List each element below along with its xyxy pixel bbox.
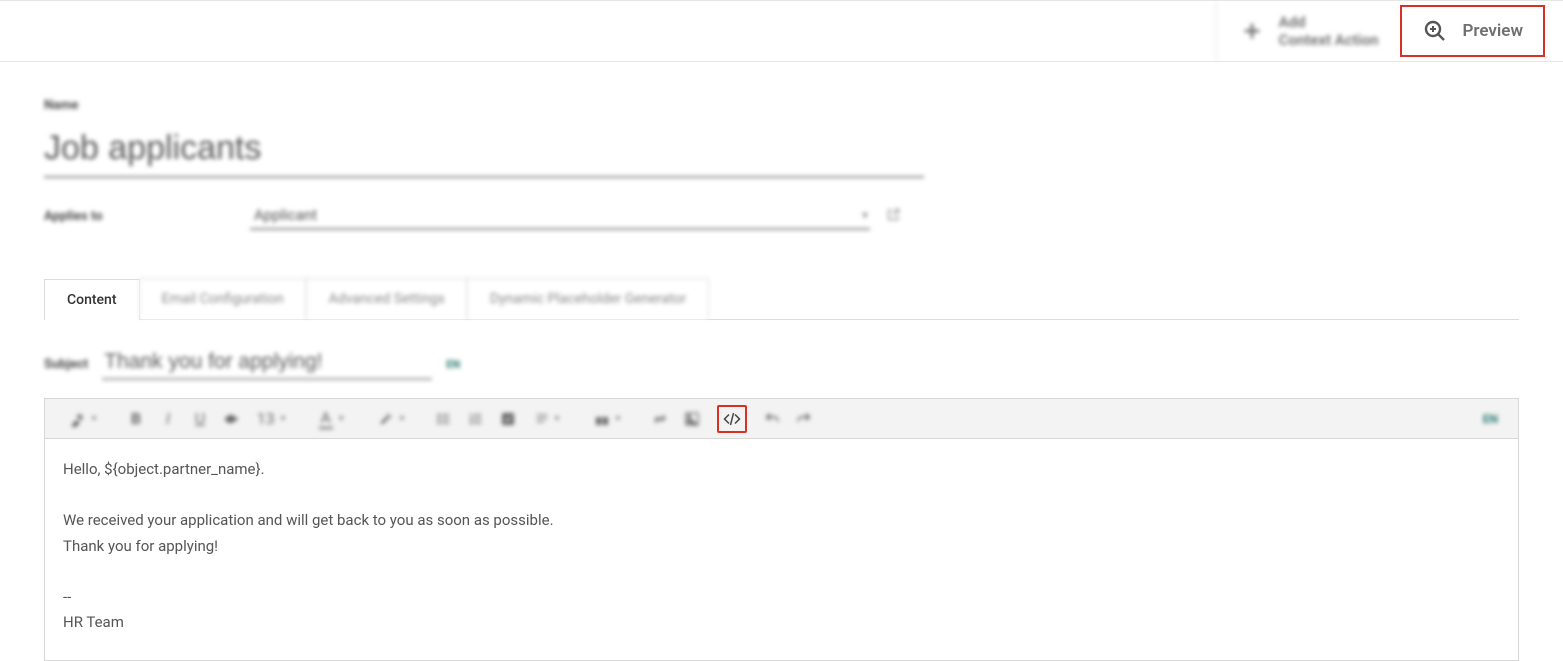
eraser-button[interactable]	[217, 405, 247, 433]
font-color-button[interactable]: A▾	[309, 405, 353, 433]
tab-advanced[interactable]: Advanced Settings	[306, 278, 468, 319]
body-line: We received your application and will ge…	[63, 508, 1500, 534]
applies-to-select[interactable]: Applicant ▾	[250, 202, 870, 230]
image-button[interactable]	[677, 405, 707, 433]
editor-toolbar: ▾ B I U 13▾ A▾	[45, 399, 1518, 439]
bold-button[interactable]: B	[121, 405, 151, 433]
undo-button[interactable]	[757, 405, 787, 433]
clear-format-button[interactable]: ▾	[61, 405, 105, 433]
plus-icon	[1239, 18, 1265, 44]
redo-button[interactable]	[789, 405, 819, 433]
chevron-down-icon: ▾	[862, 208, 868, 222]
applies-to-label: Applies to	[44, 209, 234, 230]
paragraph-button[interactable]: ▾	[525, 405, 569, 433]
add-context-action-button[interactable]: Add Context Action	[1216, 1, 1401, 61]
font-size-select[interactable]: 13▾	[249, 405, 293, 433]
editor-body[interactable]: Hello, ${object.partner_name}. We receiv…	[45, 439, 1518, 660]
add-label-1: Add	[1279, 13, 1379, 31]
underline-button[interactable]: U	[185, 405, 215, 433]
subject-lang-badge[interactable]: EN	[446, 358, 460, 371]
applies-to-value: Applicant	[254, 206, 317, 224]
highlight-button[interactable]: ▾	[369, 405, 413, 433]
preview-button[interactable]: Preview	[1400, 5, 1545, 57]
external-link-icon[interactable]	[886, 207, 901, 230]
subject-label: Subject	[44, 357, 88, 372]
body-line: HR Team	[63, 610, 1500, 636]
link-button[interactable]	[645, 405, 675, 433]
ordered-list-button[interactable]	[461, 405, 491, 433]
name-input[interactable]	[44, 123, 924, 178]
tab-placeholder-gen[interactable]: Dynamic Placeholder Generator	[467, 278, 709, 319]
add-label-2: Context Action	[1279, 31, 1379, 49]
table-button[interactable]: ▾	[585, 405, 629, 433]
subject-input[interactable]	[102, 348, 432, 380]
name-label: Name	[44, 98, 924, 113]
body-line: Hello, ${object.partner_name}.	[63, 457, 1500, 483]
tab-email-config[interactable]: Email Configuration	[139, 278, 307, 319]
tab-content[interactable]: Content	[44, 279, 140, 320]
code-view-button[interactable]	[717, 405, 747, 433]
checklist-button[interactable]	[493, 405, 523, 433]
body-line: --	[63, 585, 1500, 611]
body-line: Thank you for applying!	[63, 534, 1500, 560]
editor-lang-badge[interactable]: EN	[1483, 412, 1508, 426]
preview-label: Preview	[1462, 21, 1523, 41]
unordered-list-button[interactable]	[429, 405, 459, 433]
rich-text-editor: ▾ B I U 13▾ A▾	[44, 398, 1519, 661]
italic-button[interactable]: I	[153, 405, 183, 433]
tabs: Content Email Configuration Advanced Set…	[44, 278, 1519, 320]
magnify-plus-icon	[1422, 18, 1448, 44]
